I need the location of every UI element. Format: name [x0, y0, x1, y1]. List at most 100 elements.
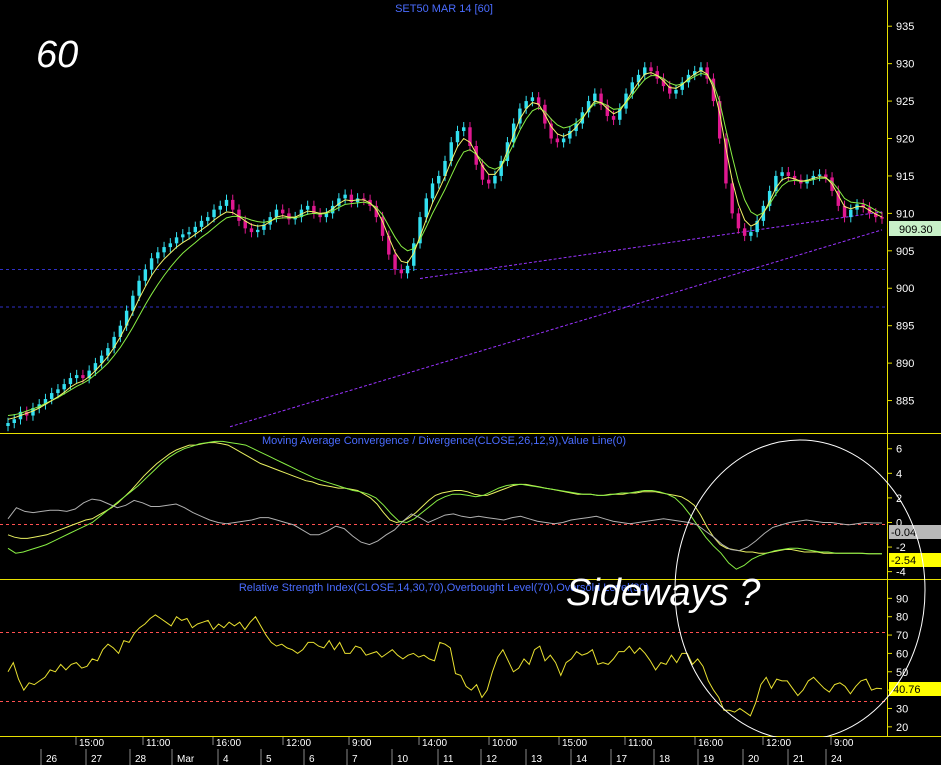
time-tick-label: 10:00	[492, 738, 517, 749]
macd-tag-2: -2.54	[891, 555, 916, 567]
candle-body	[880, 217, 884, 219]
rsi-tick-label: 90	[896, 593, 908, 605]
candle-body	[387, 235, 391, 255]
price-tick-label: 910	[896, 208, 914, 220]
time-tick-label: 11:00	[628, 738, 653, 749]
chart-svg: SET50 MAR 14 [60] 9359309259209159109059…	[0, 0, 941, 765]
price-tick-label: 895	[896, 321, 914, 333]
rsi-last-tag: 40.76	[893, 684, 921, 696]
time-tick-label: 9:00	[834, 738, 854, 749]
sideways-annotation: Sideways ?	[566, 572, 761, 614]
date-tick-label: Mar	[177, 754, 195, 765]
rsi-tick-label: 20	[896, 722, 908, 734]
candle-body	[224, 199, 229, 206]
price-tick-label: 905	[896, 246, 914, 258]
macd-tick-label: -4	[896, 567, 906, 579]
candle-body	[462, 127, 466, 132]
candle-body	[206, 217, 210, 221]
time-tick-label: 16:00	[216, 738, 241, 749]
price-tick-label: 885	[896, 396, 914, 408]
date-tick-label: 21	[793, 754, 805, 765]
date-tick-label: 6	[309, 754, 315, 765]
time-tick-label: 14:00	[422, 738, 447, 749]
candle-body	[593, 93, 597, 102]
candle-body	[174, 237, 179, 244]
date-tick-label: 10	[397, 754, 409, 765]
candle-body	[12, 419, 16, 424]
candle-body	[149, 258, 154, 270]
candle-body	[255, 229, 260, 233]
candle-body	[561, 138, 566, 143]
candle-body	[74, 375, 79, 379]
candle-body	[649, 67, 653, 72]
date-tick-label: 13	[531, 754, 543, 765]
candle-body	[218, 205, 222, 210]
date-tick-label: 26	[46, 754, 58, 765]
candle-body	[405, 265, 410, 274]
candle-body	[62, 384, 66, 390]
macd-tick-label: 6	[896, 444, 902, 456]
rsi-tick-label: 30	[896, 703, 908, 715]
rsi-tick-label: 60	[896, 648, 908, 660]
candle-body	[249, 228, 254, 233]
candle-body	[162, 247, 166, 253]
candle-body	[68, 378, 73, 385]
candle-body	[168, 243, 173, 248]
time-tick-label: 15:00	[79, 738, 104, 749]
candle-body	[817, 174, 822, 176]
candle-body	[393, 254, 397, 270]
candle-body	[674, 89, 678, 94]
macd-panel-title: Moving Average Convergence / Divergence(…	[262, 435, 626, 447]
candle-body	[231, 199, 235, 210]
candle-body	[437, 175, 441, 184]
candle-body	[430, 183, 435, 199]
date-tick-label: 12	[486, 754, 498, 765]
candle-body	[611, 116, 616, 120]
candle-body	[343, 194, 347, 199]
candle-body	[81, 375, 85, 379]
date-tick-label: 11	[443, 754, 454, 765]
date-tick-label: 24	[831, 754, 843, 765]
price-tick-label: 930	[896, 59, 914, 71]
candle-body	[555, 138, 560, 143]
candle-body	[187, 232, 191, 235]
macd-tick-label: 4	[896, 468, 902, 480]
rsi-tick-label: 70	[896, 630, 908, 642]
last-price-tag: 909.30	[899, 224, 933, 236]
price-tick-label: 890	[896, 358, 914, 370]
candle-body	[399, 269, 404, 274]
price-tick-label: 915	[896, 171, 914, 183]
macd-tick-label: -2	[896, 542, 906, 554]
timeframe-label: 60	[36, 34, 79, 76]
price-panel-title: SET50 MAR 14 [60]	[395, 3, 493, 15]
candle-body	[424, 198, 428, 218]
candle-body	[137, 280, 141, 296]
candle-body	[212, 209, 216, 218]
date-tick-label: 4	[223, 754, 229, 765]
macd-tag-1: -0.04	[891, 527, 916, 539]
candle-body	[493, 175, 497, 184]
candle-body	[455, 131, 460, 143]
candle-body	[181, 234, 185, 238]
candle-body	[274, 209, 279, 218]
date-tick-label: 17	[616, 754, 628, 765]
candle-body	[724, 138, 728, 184]
candle-body	[143, 269, 148, 281]
candle-body	[56, 389, 60, 394]
candle-body	[305, 205, 310, 210]
date-tick-label: 19	[703, 754, 715, 765]
candle-body	[849, 209, 853, 218]
price-tick-label: 920	[896, 134, 914, 146]
date-tick-label: 14	[576, 754, 588, 765]
candle-body	[49, 393, 54, 400]
candle-body	[742, 228, 747, 236]
candle-body	[131, 295, 135, 311]
candle-body	[199, 220, 204, 227]
candle-body	[156, 252, 160, 259]
price-tick-label: 900	[896, 283, 914, 295]
candle-body	[486, 179, 491, 184]
candle-body	[280, 209, 285, 214]
date-tick-label: 27	[91, 754, 103, 765]
candle-body	[530, 97, 535, 102]
time-tick-label: 12:00	[286, 738, 311, 749]
